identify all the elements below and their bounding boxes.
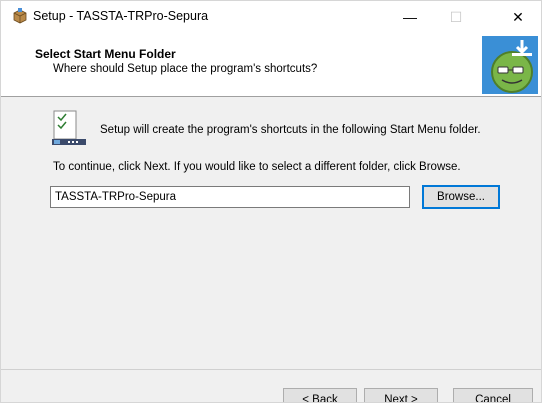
wizard-body: Setup will create the program's shortcut… (1, 97, 541, 369)
back-button[interactable]: < Back (283, 388, 357, 403)
browse-button[interactable]: Browse... (422, 185, 500, 209)
maximize-icon[interactable]: ☐ (433, 1, 479, 33)
next-button[interactable]: Next > (364, 388, 438, 403)
page-subtitle: Where should Setup place the program's s… (53, 63, 318, 75)
next-button-label: Next > (384, 394, 418, 403)
start-menu-folder-input[interactable] (50, 186, 410, 208)
close-icon[interactable]: ✕ (495, 1, 541, 33)
back-button-label: < Back (302, 394, 338, 403)
cancel-button[interactable]: Cancel (453, 388, 533, 403)
setup-window: Setup - TASSTA-TRPro-Sepura — ☐ ✕ Select… (0, 0, 542, 403)
title-bar[interactable]: Setup - TASSTA-TRPro-Sepura — ☐ ✕ (1, 1, 541, 33)
page-title: Select Start Menu Folder (35, 47, 176, 61)
setup-box-icon (12, 8, 28, 24)
footer-separator (1, 369, 541, 370)
wizard-header: Select Start Menu Folder Where should Se… (1, 33, 541, 97)
intro-text: Setup will create the program's shortcut… (100, 124, 481, 136)
browse-button-label: Browse... (437, 191, 485, 203)
cancel-button-label: Cancel (475, 394, 511, 403)
window-title: Setup - TASSTA-TRPro-Sepura (33, 9, 209, 23)
wizard-logo-icon (482, 36, 538, 94)
minimize-icon[interactable]: — (387, 1, 433, 33)
start-menu-folder-icon (50, 109, 88, 147)
instruction-text: To continue, click Next. If you would li… (53, 161, 461, 173)
